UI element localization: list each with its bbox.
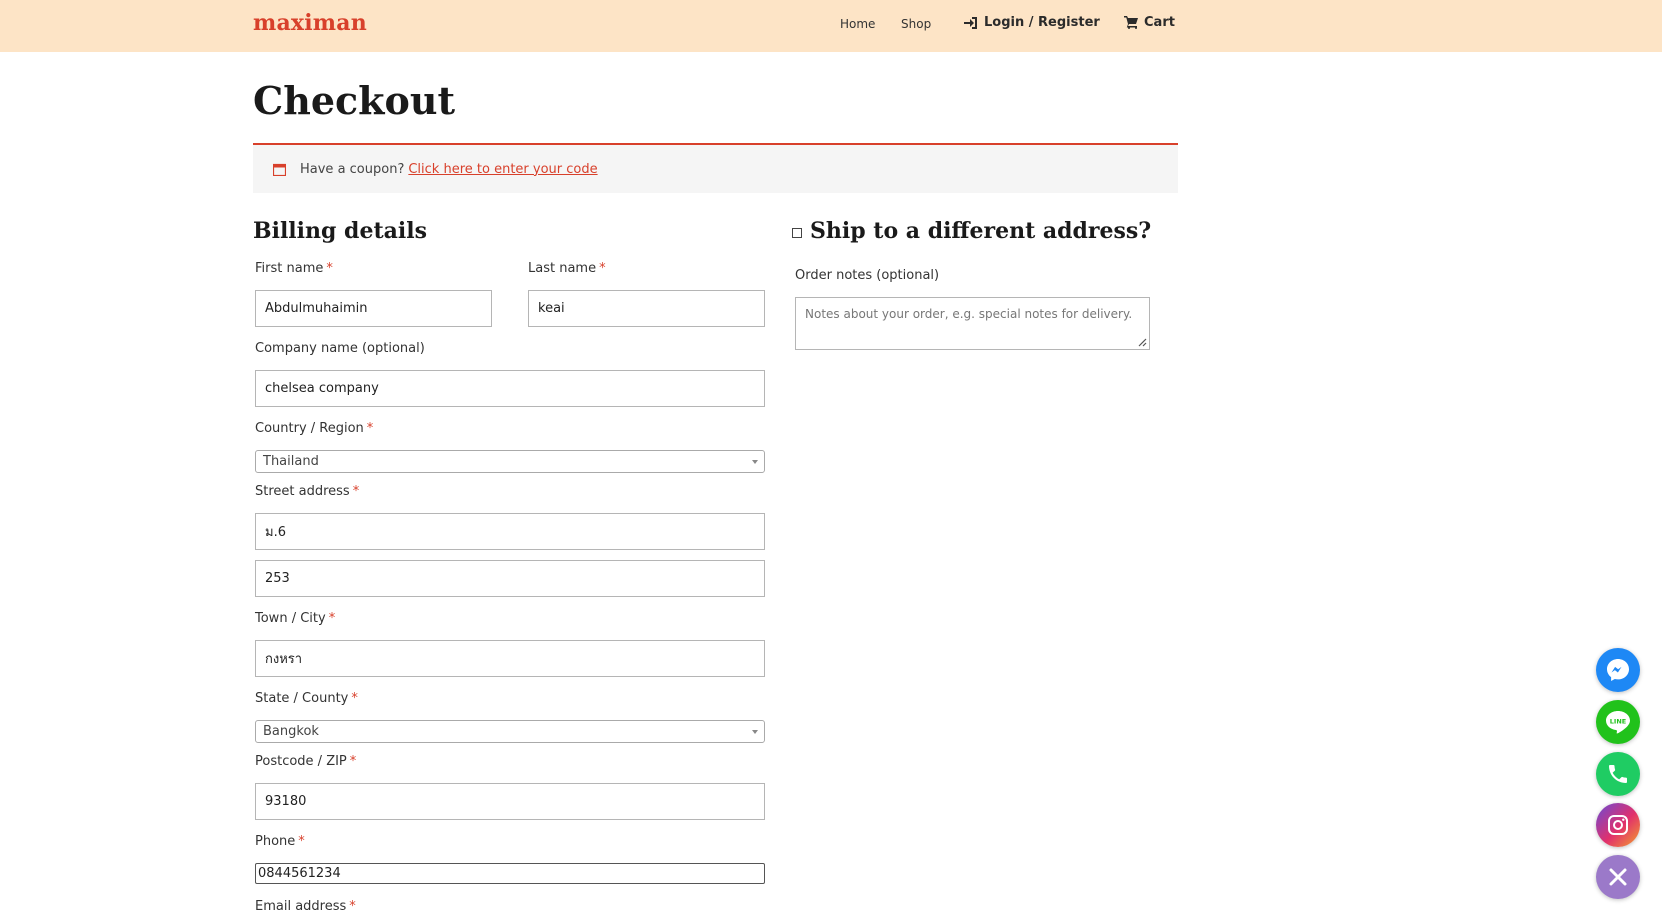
first-name-label-text: First name bbox=[255, 261, 324, 276]
line-icon-label: LINE bbox=[1610, 718, 1626, 726]
last-name-field[interactable]: keai bbox=[528, 290, 765, 327]
close-social-button[interactable] bbox=[1596, 855, 1640, 899]
nav-login-label: Login / Register bbox=[984, 15, 1100, 30]
coupon-notice: Have a coupon? Click here to enter your … bbox=[253, 143, 1178, 193]
phone-icon bbox=[1609, 765, 1627, 783]
required-mark: * bbox=[326, 261, 333, 276]
city-field[interactable]: กงหรา bbox=[255, 640, 765, 677]
phone-label: Phone * bbox=[255, 834, 305, 849]
phone-button[interactable] bbox=[1596, 752, 1640, 796]
company-label: Company name (optional) bbox=[255, 341, 425, 356]
street-label-text: Street address bbox=[255, 484, 350, 499]
first-name-label: First name * bbox=[255, 261, 333, 276]
coupon-link[interactable]: Click here to enter your code bbox=[408, 162, 597, 177]
street-line1-field[interactable]: ม.6 bbox=[255, 513, 765, 550]
country-select-value: Thailand bbox=[263, 454, 319, 469]
required-mark: * bbox=[349, 754, 357, 769]
ship-different-checkbox[interactable] bbox=[792, 228, 802, 238]
city-label-text: Town / City bbox=[255, 611, 326, 626]
required-mark: * bbox=[328, 611, 336, 626]
postcode-label-text: Postcode / ZIP bbox=[255, 754, 347, 769]
order-notes-label: Order notes (optional) bbox=[795, 268, 940, 283]
last-name-label: Last name * bbox=[528, 261, 606, 276]
street-line2-field[interactable]: 253 bbox=[255, 560, 765, 597]
email-label: Email address * bbox=[255, 899, 356, 914]
company-field[interactable]: chelsea company bbox=[255, 370, 765, 407]
city-label: Town / City * bbox=[255, 611, 335, 626]
required-mark: * bbox=[298, 834, 305, 849]
email-label-text: Email address bbox=[255, 899, 347, 914]
street-label: Street address * bbox=[255, 484, 359, 499]
state-label-text: State / County bbox=[255, 691, 349, 706]
ship-different-heading[interactable]: Ship to a different address? bbox=[810, 218, 1151, 244]
resize-grip-icon[interactable] bbox=[1138, 338, 1147, 347]
required-mark: * bbox=[352, 484, 360, 499]
nav-shop[interactable]: Shop bbox=[901, 17, 931, 31]
page-title: Checkout bbox=[253, 78, 456, 123]
phone-label-text: Phone bbox=[255, 834, 296, 849]
phone-field[interactable]: 0844561234 bbox=[255, 863, 765, 884]
state-label: State / County * bbox=[255, 691, 358, 706]
dropdown-arrow-icon bbox=[752, 730, 758, 734]
calendar-icon bbox=[273, 163, 286, 176]
postcode-field[interactable]: 93180 bbox=[255, 783, 765, 820]
order-notes-textarea[interactable]: Notes about your order, e.g. special not… bbox=[795, 297, 1150, 350]
country-label-text: Country / Region bbox=[255, 421, 364, 436]
dropdown-arrow-icon bbox=[752, 460, 758, 464]
ship-different-row: Ship to a different address? bbox=[792, 218, 1151, 244]
required-mark: * bbox=[599, 261, 606, 276]
required-mark: * bbox=[349, 899, 356, 914]
close-icon bbox=[1609, 868, 1627, 886]
last-name-label-text: Last name bbox=[528, 261, 597, 276]
instagram-button[interactable] bbox=[1596, 803, 1640, 847]
required-mark: * bbox=[366, 421, 374, 436]
messenger-icon bbox=[1607, 659, 1629, 681]
required-mark: * bbox=[351, 691, 358, 706]
line-button[interactable]: LINE bbox=[1596, 700, 1640, 744]
nav-cart[interactable]: Cart bbox=[1124, 15, 1175, 30]
nav-cart-label: Cart bbox=[1144, 15, 1175, 30]
state-select-value: Bangkok bbox=[263, 724, 319, 739]
messenger-button[interactable] bbox=[1596, 648, 1640, 692]
postcode-label: Postcode / ZIP * bbox=[255, 754, 356, 769]
sign-in-icon bbox=[964, 16, 977, 29]
country-label: Country / Region * bbox=[255, 421, 373, 436]
state-select[interactable]: Bangkok bbox=[255, 720, 765, 743]
cart-icon bbox=[1124, 16, 1138, 29]
first-name-field[interactable]: Abdulmuhaimin bbox=[255, 290, 492, 327]
site-header: maximan Home Shop Login / Register Cart bbox=[0, 0, 1662, 52]
nav-home[interactable]: Home bbox=[840, 17, 875, 31]
coupon-text: Have a coupon? bbox=[300, 161, 405, 177]
country-select[interactable]: Thailand bbox=[255, 450, 765, 473]
billing-heading: Billing details bbox=[253, 218, 427, 244]
instagram-icon bbox=[1608, 815, 1628, 835]
nav-login[interactable]: Login / Register bbox=[964, 15, 1100, 30]
order-notes-placeholder: Notes about your order, e.g. special not… bbox=[805, 307, 1133, 321]
site-logo[interactable]: maximan bbox=[253, 10, 367, 36]
line-icon: LINE bbox=[1606, 711, 1630, 734]
